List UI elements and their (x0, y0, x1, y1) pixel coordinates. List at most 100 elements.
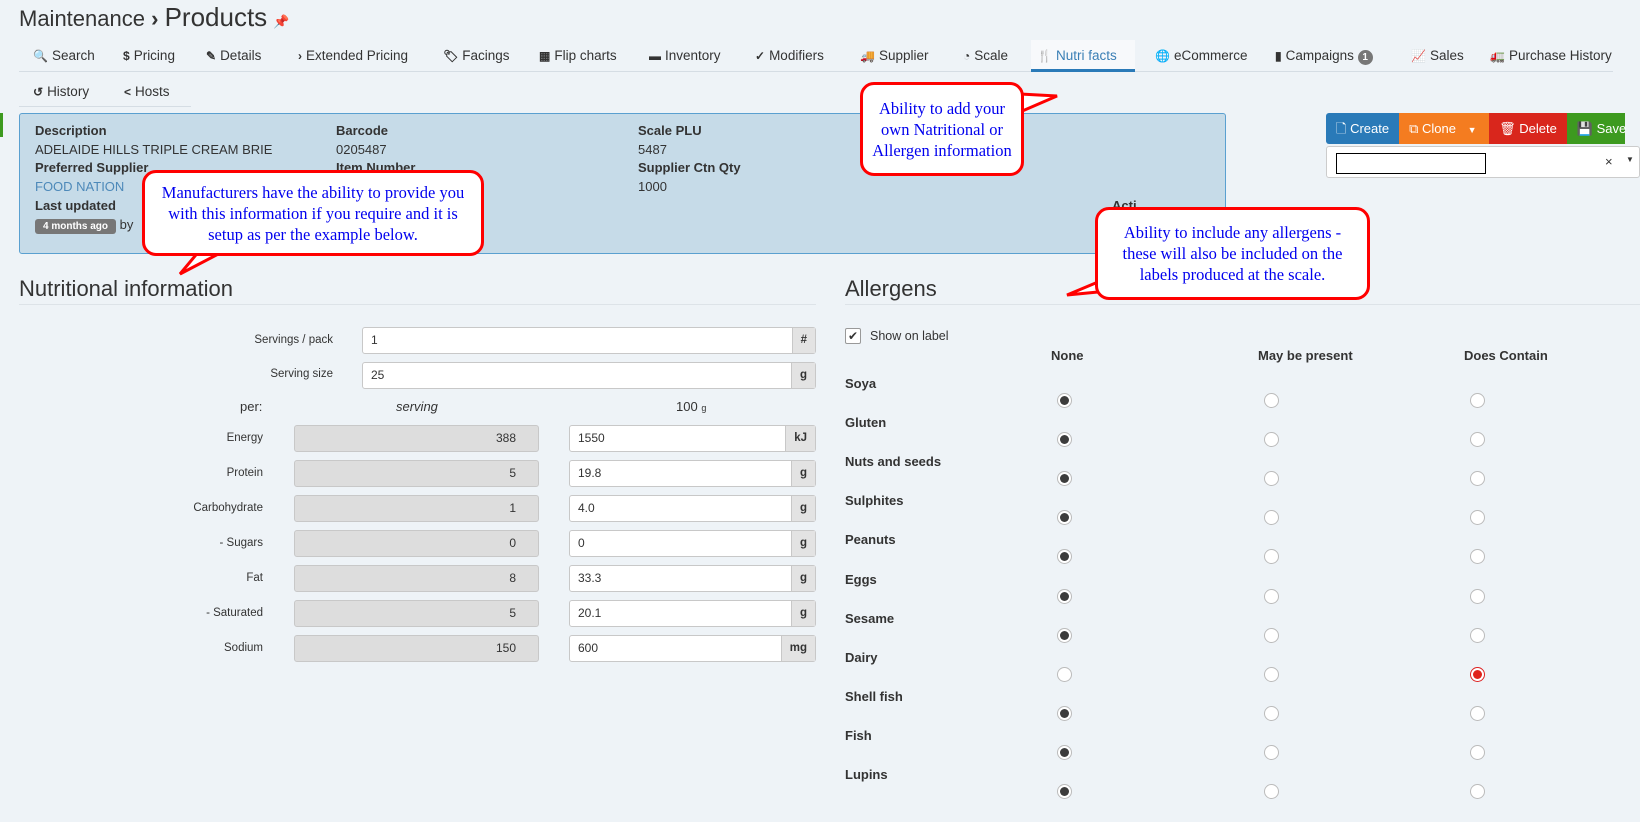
scale-plu-label: Scale PLU (638, 123, 702, 138)
per-serving-heading: serving (396, 399, 438, 414)
allergen-radio-may-be-present[interactable] (1264, 666, 1279, 682)
tab-label: Flip charts (554, 48, 617, 63)
tab-facings[interactable]: 🏷 Facings (437, 40, 516, 72)
allergen-radio-may-be-present[interactable] (1264, 588, 1279, 604)
allergen-radio-none[interactable] (1057, 549, 1072, 565)
archive-icon: ▬ (649, 49, 661, 63)
allergen-radio-does-contain[interactable] (1470, 393, 1485, 408)
allergen-radio-may-be-present[interactable] (1264, 393, 1279, 408)
allergen-radio-none[interactable] (1057, 510, 1072, 526)
nutrient-per-100-input[interactable]: 1550 kJ (569, 425, 816, 452)
thumbtack-icon[interactable]: 📌 (273, 14, 289, 29)
tab-inventory[interactable]: ▬ Inventory (643, 40, 727, 72)
record-select-input[interactable] (1336, 153, 1486, 174)
callout-add-info: Ability to add your own Natritional or A… (860, 82, 1024, 176)
allergen-radio-none[interactable] (1057, 588, 1072, 604)
last-updated-label: Last updated (35, 198, 116, 213)
allergen-radio-does-contain[interactable] (1470, 666, 1485, 682)
breadcrumb-separator: › (151, 6, 159, 31)
tab-purchase-history[interactable]: 🚛 Purchase History (1484, 40, 1618, 72)
nutrient-per-100-input[interactable]: 0g (569, 530, 816, 557)
breadcrumb-parent[interactable]: Maintenance (19, 6, 145, 31)
check-circle-icon: ✓ (755, 49, 766, 63)
history-icon: ↺ (33, 85, 44, 99)
allergen-radio-may-be-present[interactable] (1264, 432, 1279, 448)
allergen-radio-may-be-present[interactable] (1264, 744, 1279, 760)
allergen-radio-none[interactable] (1057, 744, 1072, 760)
nutrient-label: Sodium (224, 642, 263, 654)
tab-label: Details (220, 48, 262, 63)
record-select[interactable]: × ▼ (1326, 146, 1640, 178)
barcode-value: 0205487 (336, 142, 387, 157)
dollar-icon: $ (123, 49, 130, 63)
nutrient-per-100-input[interactable]: 19.8 g (569, 460, 816, 487)
allergen-radio-none[interactable] (1057, 784, 1072, 799)
create-button[interactable]: 🗋 Create (1326, 113, 1400, 144)
unit-addon: g (790, 363, 815, 388)
tab-campaigns[interactable]: ▮ Campaigns 1 (1269, 40, 1379, 72)
allergen-radio-may-be-present[interactable] (1264, 705, 1279, 721)
preferred-supplier-link[interactable]: FOOD NATION (35, 179, 124, 194)
allergen-radio-does-contain[interactable] (1470, 432, 1485, 448)
chevron-right-icon: › (298, 49, 302, 63)
allergen-radio-may-be-present[interactable] (1264, 471, 1279, 487)
allergen-radio-may-be-present[interactable] (1264, 627, 1279, 643)
allergen-radio-none[interactable] (1057, 705, 1072, 721)
clear-icon[interactable]: × (1605, 154, 1613, 169)
nutrient-per-100-input[interactable]: 20.1 g (569, 600, 816, 627)
allergen-radio-none[interactable] (1057, 666, 1072, 682)
tab-pricing[interactable]: $ Pricing (117, 40, 181, 72)
delete-button[interactable]: 🗑 Delete (1489, 113, 1567, 144)
tab-scale[interactable]: ◔ Scale (957, 40, 1014, 72)
allergen-radio-none[interactable] (1057, 627, 1072, 643)
tab-flip-charts[interactable]: ▦ Flip charts (533, 40, 623, 72)
tab-supplier[interactable]: 🚚 Supplier (854, 40, 934, 72)
show-on-label-text: Show on label (870, 329, 949, 343)
supplier-ctn-qty-value: 1000 (638, 179, 667, 194)
share-icon: < (124, 85, 132, 99)
allergen-name: Soya (845, 376, 877, 391)
nutrient-per-100-input[interactable]: 33.3 g (569, 565, 816, 592)
nutrient-per-100-input[interactable]: 600 mg (569, 635, 816, 662)
per-100-heading: 100 (676, 399, 698, 414)
left-edge-marker (0, 113, 3, 137)
show-on-label-checkbox[interactable]: ✔ (845, 328, 861, 344)
save-button[interactable]: 💾 Save (1566, 113, 1626, 144)
tab-search[interactable]: 🔍 Search (27, 40, 101, 72)
clone-button[interactable]: ⧉ Clone ▼ (1399, 113, 1490, 144)
allergen-radio-none[interactable] (1057, 393, 1072, 408)
nutrition-title: Nutritional information (19, 276, 233, 301)
allergen-radio-may-be-present[interactable] (1264, 549, 1279, 565)
tab-extended-pricing[interactable]: › Extended Pricing (292, 40, 414, 72)
tab-ecommerce[interactable]: 🌐 eCommerce (1149, 40, 1253, 72)
tab-sales[interactable]: 📈 Sales (1405, 40, 1470, 72)
tab-modifiers[interactable]: ✓ Modifiers (749, 40, 830, 72)
allergen-radio-does-contain[interactable] (1470, 784, 1485, 799)
allergen-radio-may-be-present[interactable] (1264, 784, 1279, 799)
allergen-radio-does-contain[interactable] (1470, 744, 1485, 760)
serving-size-input[interactable]: 25 g (362, 362, 816, 389)
caret-down-icon[interactable]: ▼ (1626, 155, 1634, 164)
allergen-radio-none[interactable] (1057, 432, 1072, 448)
allergen-radio-may-be-present[interactable] (1264, 510, 1279, 526)
tab-hosts[interactable]: < Hosts (118, 76, 176, 108)
tab-label: Inventory (665, 48, 721, 63)
allergen-radio-none[interactable] (1057, 471, 1072, 487)
allergen-radio-does-contain[interactable] (1470, 627, 1485, 643)
divider (845, 304, 1640, 305)
globe-icon: 🌐 (1155, 49, 1170, 63)
utensils-icon: 🍴 (1037, 49, 1052, 63)
tab-history[interactable]: ↺ History (27, 76, 95, 108)
nutrient-per-100-input[interactable]: 4.0 g (569, 495, 816, 522)
tab-details[interactable]: ✎ Details (200, 40, 267, 72)
allergen-radio-does-contain[interactable] (1470, 510, 1485, 526)
unit-addon: mg (780, 636, 815, 661)
nutrient-label: Protein (226, 467, 263, 479)
allergen-radio-does-contain[interactable] (1470, 588, 1485, 604)
nutrient-per-serving: 150 (294, 635, 539, 662)
allergen-radio-does-contain[interactable] (1470, 705, 1485, 721)
allergen-radio-does-contain[interactable] (1470, 549, 1485, 565)
tab-nutri-facts[interactable]: 🍴 Nutri facts (1031, 40, 1135, 72)
allergen-radio-does-contain[interactable] (1470, 471, 1485, 487)
servings-input[interactable]: 1 # (362, 327, 816, 354)
